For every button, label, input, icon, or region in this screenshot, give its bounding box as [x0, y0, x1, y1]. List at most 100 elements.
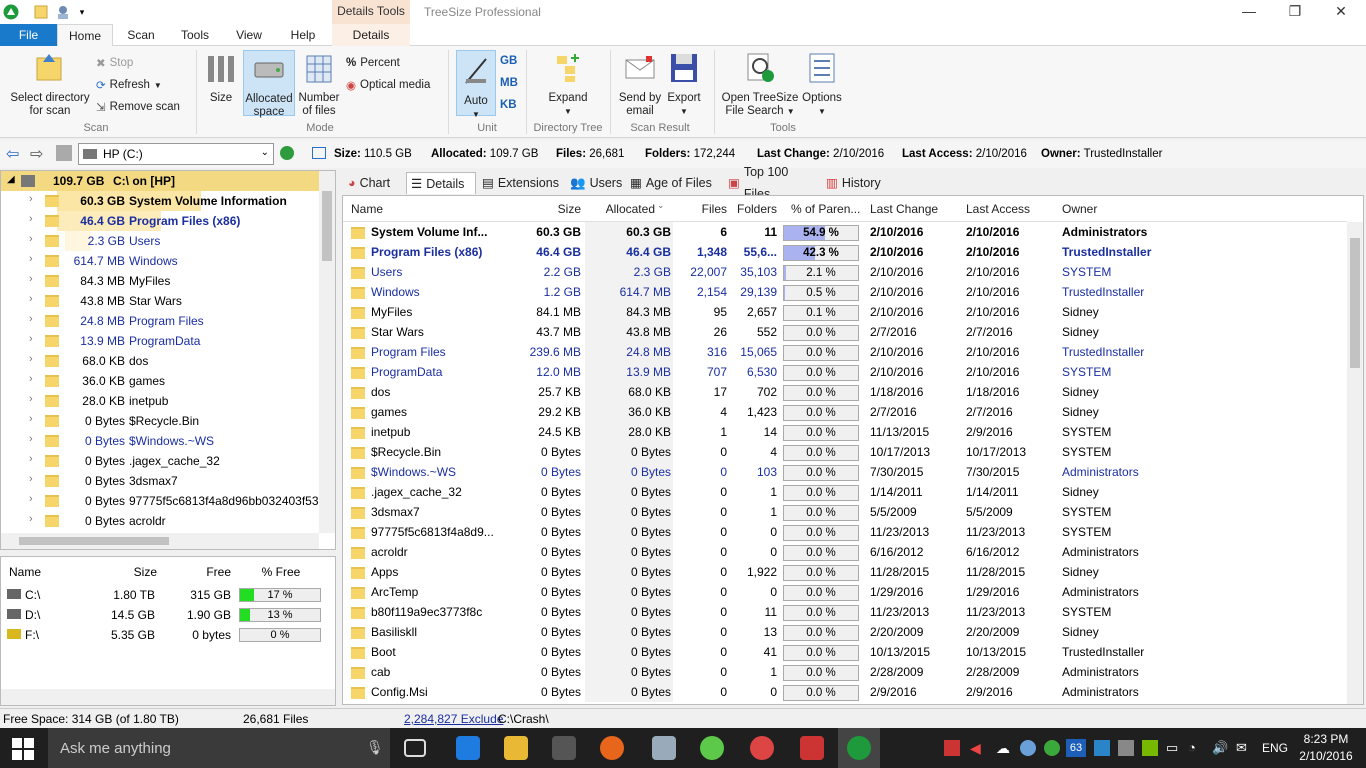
go-icon[interactable]	[280, 146, 294, 160]
tray-bluetooth-icon[interactable]	[1094, 740, 1110, 756]
tab-extensions[interactable]: ▤ Extensions	[478, 172, 564, 194]
table-row[interactable]: MyFiles 84.1 MB 84.3 MB 95 2,657 0.1 % 2/10/20…	[343, 302, 1347, 322]
tree-item[interactable]: › 0 Bytes acroldr	[1, 511, 319, 531]
microphone-icon[interactable]: 🎙	[366, 739, 384, 756]
mb-button[interactable]: MB	[500, 74, 518, 92]
icq-icon[interactable]	[700, 736, 724, 760]
drive-row[interactable]: F:\ 5.35 GB 0 bytes 0 %	[1, 625, 337, 645]
tab-details-view[interactable]: ☰ Details	[406, 172, 476, 194]
column-header-owner[interactable]: Owner	[1062, 202, 1097, 216]
store-icon[interactable]	[552, 736, 576, 760]
tab-home[interactable]: Home	[57, 24, 113, 47]
back-arrow-icon[interactable]: ⇦	[6, 144, 19, 164]
user-options-icon[interactable]	[54, 3, 72, 21]
tree-item[interactable]: › 68.0 KB dos	[1, 351, 319, 371]
auto-unit-button[interactable]: Auto ▼	[456, 50, 496, 119]
tray-globe-icon[interactable]	[1020, 740, 1036, 756]
chevron-right-icon[interactable]: ›	[29, 193, 33, 205]
remove-scan-button[interactable]: ⇲ Remove scan	[96, 98, 180, 116]
tray-app-icon[interactable]	[944, 740, 960, 756]
treesize-taskbar-button[interactable]	[838, 728, 880, 768]
chevron-right-icon[interactable]: ›	[29, 273, 33, 285]
tree-item[interactable]: › 0 Bytes $Recycle.Bin	[1, 411, 319, 431]
tray-badge[interactable]: 63	[1066, 739, 1086, 757]
send-email-button[interactable]: Send by email	[614, 52, 666, 118]
up-folder-icon[interactable]	[56, 145, 72, 161]
select-directory-button[interactable]: Select directory for scan	[6, 52, 94, 118]
table-row[interactable]: Apps 0 Bytes 0 Bytes 0 1,922 0.0 % 11/28/2015 1…	[343, 562, 1347, 582]
scrollbar-thumb[interactable]	[322, 191, 332, 261]
expand-button[interactable]: Expand ▼	[540, 52, 596, 118]
notifications-icon[interactable]: ✉	[1236, 740, 1247, 756]
table-row[interactable]: Config.Msi 0 Bytes 0 Bytes 0 0 0.0 % 2/9/2016 2…	[343, 682, 1347, 702]
optical-media-button[interactable]: ◉ Optical media	[346, 76, 430, 94]
app-icon[interactable]	[652, 736, 676, 760]
table-row[interactable]: .jagex_cache_32 0 Bytes 0 Bytes 0 1 0.0 % 1/14…	[343, 482, 1347, 502]
chevron-right-icon[interactable]: ›	[29, 413, 33, 425]
quick-access-dropdown-icon[interactable]: ▾	[76, 3, 88, 21]
table-row[interactable]: ProgramData 12.0 MB 13.9 MB 707 6,530 0.0 % 2/…	[343, 362, 1347, 382]
table-row[interactable]: ArcTemp 0 Bytes 0 Bytes 0 0 0.0 % 1/29/2016 1/2…	[343, 582, 1347, 602]
chevron-right-icon[interactable]: ›	[29, 373, 33, 385]
tab-tools[interactable]: Tools	[169, 24, 221, 46]
windows-start-icon[interactable]	[12, 738, 34, 760]
tree-item[interactable]: › 614.7 MB Windows	[1, 251, 319, 271]
column-header-folders[interactable]: Folders	[729, 202, 777, 216]
scrollbar-thumb[interactable]	[1350, 238, 1360, 368]
chrome-icon[interactable]	[750, 736, 774, 760]
tray-p-icon[interactable]	[1044, 740, 1060, 756]
path-combobox[interactable]: HP (C:) ⌄	[78, 143, 274, 165]
status-exclude-link[interactable]: 2,284,827 Exclude	[404, 712, 503, 726]
tab-users[interactable]: 👥 Users	[566, 172, 624, 194]
stop-button[interactable]: ✖ Stop	[96, 54, 133, 72]
chevron-right-icon[interactable]: ›	[29, 333, 33, 345]
directory-tree[interactable]: ◢ 109.7 GB C:\ on [HP] › 60.3 GB System Vo…	[0, 170, 336, 550]
table-row[interactable]: b80f119a9ec3773f8c 0 Bytes 0 Bytes 0 11 0.0 %…	[343, 602, 1347, 622]
tab-details[interactable]: Details	[332, 24, 410, 46]
tree-item[interactable]: › 0 Bytes 97775f5c6813f4a8d96bb032403f539d	[1, 491, 319, 511]
network-icon[interactable]: ▭	[1166, 740, 1178, 756]
drives-horizontal-scrollbar[interactable]	[1, 689, 335, 705]
tree-item[interactable]: › 13.9 MB ProgramData	[1, 331, 319, 351]
cortana-search-box[interactable]: Ask me anything 🎙	[48, 728, 390, 768]
tab-view[interactable]: View	[223, 24, 275, 46]
chevron-down-icon[interactable]: ◢	[7, 174, 15, 185]
clock-date[interactable]: 2/10/2016	[1296, 749, 1356, 763]
table-row[interactable]: 3dsmax7 0 Bytes 0 Bytes 0 1 0.0 % 5/5/2009 5/5/…	[343, 502, 1347, 522]
chevron-right-icon[interactable]: ›	[29, 313, 33, 325]
tab-file[interactable]: File	[0, 24, 57, 46]
grid-vertical-scrollbar[interactable]	[1347, 222, 1363, 704]
tree-item[interactable]: › 0 Bytes 3dsmax7	[1, 471, 319, 491]
table-row[interactable]: cab 0 Bytes 0 Bytes 0 1 0.0 % 2/28/2009 2/28/20…	[343, 662, 1347, 682]
tab-age-of-files[interactable]: ▦ Age of Files	[626, 172, 722, 194]
tree-item[interactable]: › 60.3 GB System Volume Information	[1, 191, 319, 211]
number-of-files-button[interactable]: Number of files	[297, 52, 341, 118]
tree-root-row[interactable]: ◢ 109.7 GB C:\ on [HP]	[1, 171, 319, 191]
tab-top-100-files[interactable]: ▣ Top 100 Files	[724, 165, 820, 201]
chevron-right-icon[interactable]: ›	[29, 513, 33, 525]
drives-header-free[interactable]: Free	[161, 565, 231, 579]
tree-item[interactable]: › 24.8 MB Program Files	[1, 311, 319, 331]
clock-time[interactable]: 8:23 PM	[1296, 732, 1356, 746]
drives-header-size[interactable]: Size	[81, 565, 157, 579]
new-scan-icon[interactable]	[32, 3, 50, 21]
nvidia-icon[interactable]	[1142, 740, 1158, 756]
tree-item[interactable]: › 28.0 KB inetpub	[1, 391, 319, 411]
table-row[interactable]: 97775f5c6813f4a8d9... 0 Bytes 0 Bytes 0 0 0.0…	[343, 522, 1347, 542]
table-row[interactable]: $Recycle.Bin 0 Bytes 0 Bytes 0 4 0.0 % 10/17/2…	[343, 442, 1347, 462]
table-row[interactable]: Program Files 239.6 MB 24.8 MB 316 15,065 0.0…	[343, 342, 1347, 362]
tree-item[interactable]: › 2.3 GB Users	[1, 231, 319, 251]
scrollbar-thumb[interactable]	[19, 537, 169, 545]
table-row[interactable]: Windows 1.2 GB 614.7 MB 2,154 29,139 0.5 % 2/1…	[343, 282, 1347, 302]
tray-device-icon[interactable]	[1118, 740, 1134, 756]
chevron-right-icon[interactable]: ›	[29, 213, 33, 225]
export-button[interactable]: Export ▼	[664, 52, 704, 118]
chevron-right-icon[interactable]: ›	[29, 353, 33, 365]
column-header-size[interactable]: Size	[495, 202, 581, 216]
column-header-last-access[interactable]: Last Access	[966, 202, 1030, 216]
chevron-right-icon[interactable]: ›	[29, 433, 33, 445]
gb-button[interactable]: GB	[500, 52, 517, 70]
tree-item[interactable]: › 43.8 MB Star Wars	[1, 291, 319, 311]
drives-header-percent-free[interactable]: % Free	[241, 565, 321, 579]
close-icon[interactable]: ✕	[1318, 0, 1364, 24]
